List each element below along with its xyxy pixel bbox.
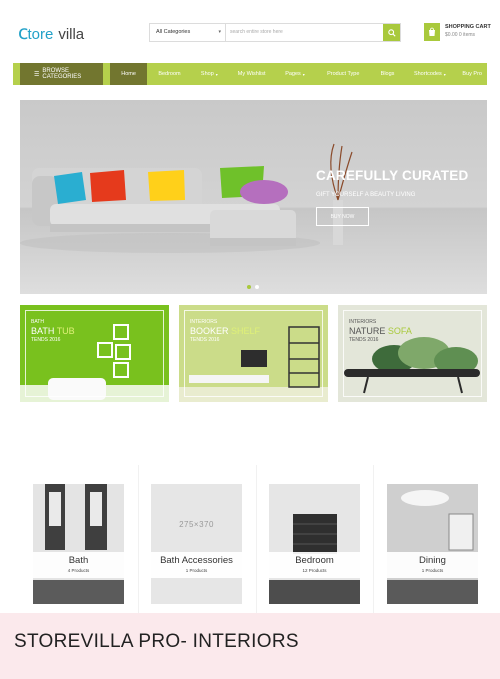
banner-title-a: NATURE	[349, 326, 386, 336]
placeholder-text: 275×370	[179, 520, 214, 529]
nav-item-product-type[interactable]: Product Type	[314, 63, 373, 85]
banner-date: TENDS 2016	[349, 337, 379, 343]
chevron-down-icon: ▾	[218, 29, 221, 35]
hero-title: CAREFULLY CURATED	[316, 168, 469, 183]
banner-frame	[25, 310, 164, 397]
category-card-bath[interactable]: Bath 4 Products	[33, 484, 124, 604]
shopping-cart[interactable]: SHOPPING CART $0.00 0 items	[424, 23, 491, 41]
hero-sofa-image	[20, 143, 353, 253]
category-label: Dining 1 Products	[387, 552, 478, 578]
search-icon	[387, 28, 396, 37]
nav-item-blogs[interactable]: Blogs	[373, 63, 403, 85]
category-select-value: All Categories	[156, 29, 191, 35]
category-label: Bath Accessories 1 Products	[151, 552, 242, 578]
category-card-dining[interactable]: Dining 1 Products	[387, 484, 478, 604]
banner-small-label: INTERIORS	[349, 319, 377, 325]
category-name: Bath	[68, 555, 89, 566]
nav-label: Pages	[285, 71, 301, 77]
browse-categories-label: BROWSE CATEGORIES	[42, 68, 82, 80]
nav-item-bedroom[interactable]: Bedroom	[147, 63, 191, 85]
banner-title: NATURE SOFA	[349, 326, 412, 336]
divider	[373, 465, 374, 615]
bedroom-image	[269, 484, 360, 604]
category-count: 4 Products	[67, 568, 90, 573]
cart-icon-box	[424, 23, 440, 41]
category-card-bedroom[interactable]: Bedroom 12 Products	[269, 484, 360, 604]
nav-item-shortcodes[interactable]: Shortcodes ▾	[402, 63, 457, 85]
hero-slider: CAREFULLY CURATED GIFT YOURSELF A BEAUTY…	[20, 100, 487, 294]
slider-dot-active[interactable]	[247, 285, 251, 289]
chevron-down-icon: ▾	[215, 71, 218, 77]
store-logo[interactable]: c tore villa	[18, 22, 84, 44]
slider-dot[interactable]	[255, 285, 259, 289]
category-count: 12 Products	[302, 568, 327, 573]
nav-label: Blogs	[380, 71, 395, 77]
category-count: 1 Products	[185, 568, 208, 573]
menu-icon: ☰	[34, 71, 40, 78]
banner-title-a: BOOKER	[190, 326, 229, 336]
nav-item-pages[interactable]: Pages ▾	[276, 63, 313, 85]
cart-summary: $0.00 0 items	[445, 32, 476, 38]
nav-label: Shop	[200, 71, 214, 77]
nav-label: Bedroom	[158, 71, 181, 77]
category-count: 1 Products	[421, 568, 444, 573]
nav-label: Buy Pro	[462, 71, 482, 77]
nav-label: Product Type	[327, 71, 360, 77]
divider	[138, 465, 139, 615]
category-label: Bedroom 12 Products	[269, 552, 360, 578]
bath-image	[33, 484, 124, 604]
chevron-down-icon: ▾	[302, 71, 305, 77]
banner-date: TENDS 2016	[31, 337, 61, 343]
nav-item-home[interactable]: Home	[109, 63, 148, 85]
cart-title: SHOPPING CART	[445, 24, 491, 30]
banner-title-b: TUB	[56, 326, 75, 336]
category-name: Bedroom	[295, 555, 334, 566]
banner-title: BOOKER SHELF	[190, 326, 260, 336]
category-name: Dining	[419, 555, 446, 566]
divider	[256, 465, 257, 615]
dining-image	[387, 484, 478, 604]
banner-title-b: SOFA	[387, 326, 412, 336]
banner-title: BATH TUB	[31, 326, 75, 336]
category-label: Bath 4 Products	[33, 552, 124, 578]
category-card-bath-accessories[interactable]: 275×370 Bath Accessories 1 Products	[151, 484, 242, 604]
browse-categories-button[interactable]: ☰ BROWSE CATEGORIES	[20, 63, 103, 85]
category-name: Bath Accessories	[160, 555, 233, 566]
search-bar: All Categories ▾ search entire store her…	[149, 23, 401, 42]
banner-small-label: BATH	[31, 319, 44, 325]
nav-item-buy-pro[interactable]: Buy Pro	[457, 63, 487, 85]
banner-bath-tub[interactable]: BATH BATH TUB TENDS 2016	[20, 305, 169, 402]
shopping-bag-icon	[429, 27, 435, 36]
slider-dots	[247, 285, 259, 289]
logo-text-villa: villa	[58, 26, 85, 43]
caption-text: STOREVILLA PRO- INTERIORS	[14, 631, 299, 652]
buy-now-button[interactable]: BUY NOW	[316, 207, 369, 226]
banner-nature-sofa[interactable]: INTERIORS NATURE SOFA TENDS 2016	[338, 305, 487, 402]
nav-label: My Wishlist	[237, 71, 266, 77]
nav-item-shop[interactable]: Shop ▾	[192, 63, 227, 85]
category-select[interactable]: All Categories ▾	[150, 24, 226, 41]
nav-item-my-wishlist[interactable]: My Wishlist	[227, 63, 276, 85]
main-navigation: ☰ BROWSE CATEGORIES Home Bedroom Shop ▾ M…	[13, 63, 487, 85]
banner-date: TENDS 2016	[190, 337, 220, 343]
hero-subtitle: GIFT YOURSELF A BEAUTY LIVING	[316, 192, 416, 198]
nav-label: Home	[121, 71, 136, 77]
banner-title-a: BATH	[31, 326, 55, 336]
logo-text-store: tore	[27, 26, 54, 43]
banner-title-b: SHELF	[231, 326, 261, 336]
banner-booker-shelf[interactable]: INTERIORS BOOKER SHELF TENDS 2016	[179, 305, 328, 402]
caption-bar: STOREVILLA PRO- INTERIORS	[0, 613, 500, 679]
banner-small-label: INTERIORS	[190, 319, 218, 325]
search-input[interactable]: search entire store here	[226, 24, 383, 41]
chevron-down-icon: ▾	[443, 71, 446, 77]
nav-label: Shortcodes	[413, 71, 442, 77]
search-button[interactable]	[383, 24, 400, 41]
